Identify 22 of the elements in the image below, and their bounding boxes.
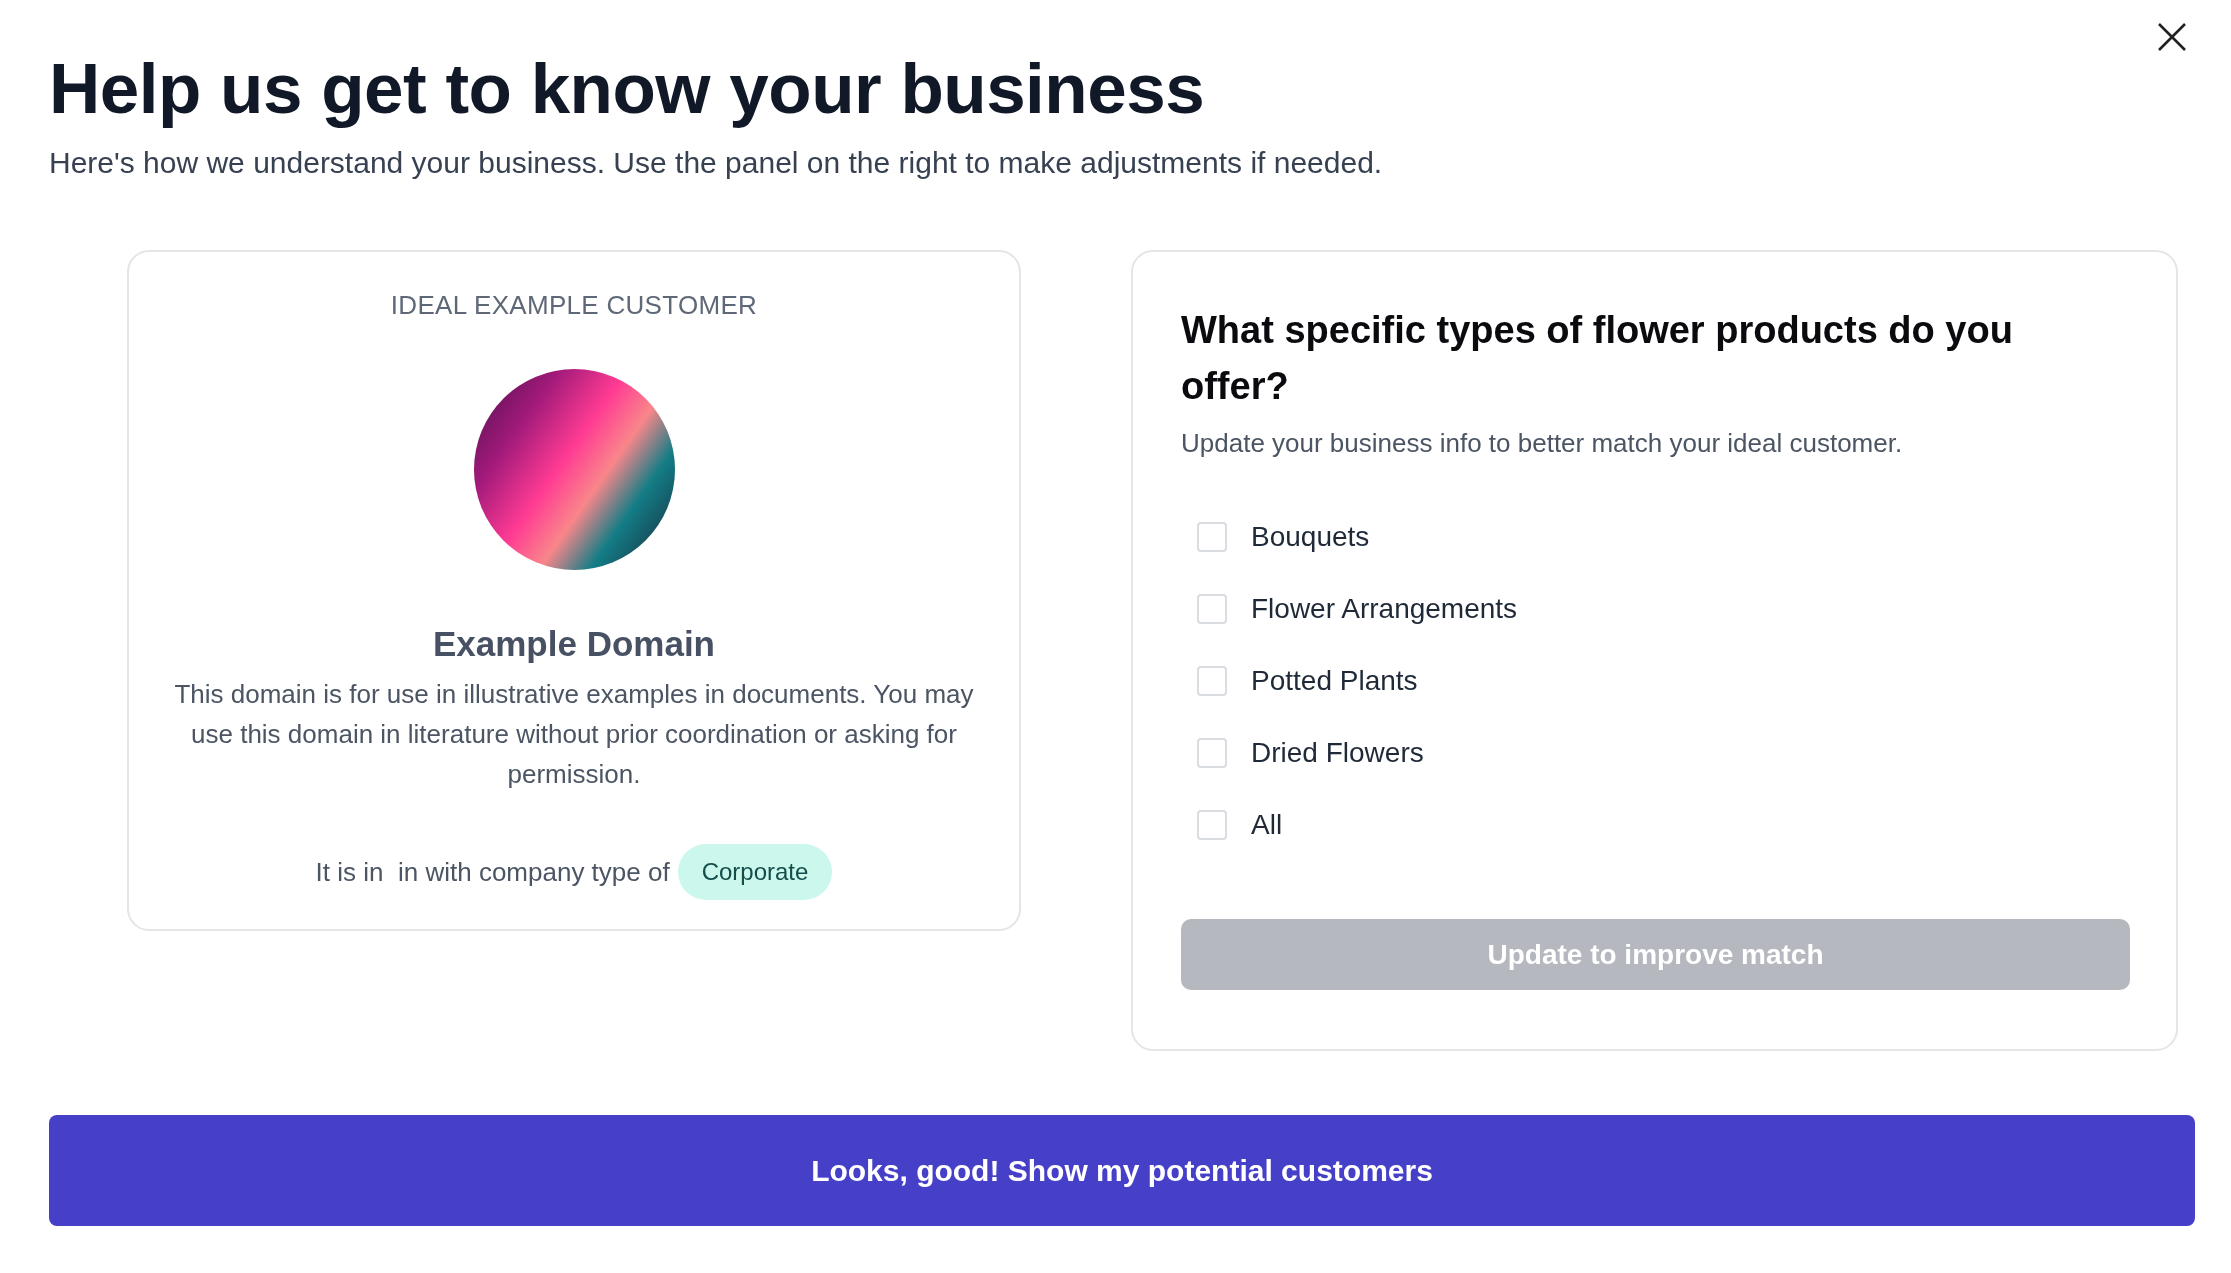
option-label: Dried Flowers xyxy=(1251,737,1424,769)
company-type-text: It is in in with company type of xyxy=(315,856,670,888)
checkbox[interactable] xyxy=(1197,666,1227,696)
option-label: All xyxy=(1251,809,1283,841)
question-hint: Update your business info to better match your ideal customer. xyxy=(1181,428,1904,459)
checkbox[interactable] xyxy=(1197,810,1227,840)
card-heading: IDEAL EXAMPLE CUSTOMER xyxy=(390,290,758,321)
option-label: Bouquets xyxy=(1251,521,1370,553)
checkbox[interactable] xyxy=(1197,738,1227,768)
close-button[interactable] xyxy=(2157,22,2187,52)
customer-description: This domain is for use in illustrative examples in documents. You may use this domain in literature without prior coordination or asking for permission. xyxy=(173,678,975,791)
close-icon xyxy=(2157,22,2187,52)
page-title: Help us get to know your business xyxy=(49,48,1206,130)
customer-name: Example Domain xyxy=(432,624,715,664)
page-subtitle: Here's how we understand your business. Use the panel on the right to make adjustments if needed. xyxy=(49,146,1384,180)
option-label: Flower Arrangements xyxy=(1251,593,1518,625)
checkbox[interactable] xyxy=(1197,522,1227,552)
company-type-tag: Corporate xyxy=(677,844,833,900)
checkbox[interactable] xyxy=(1197,594,1227,624)
confirm-button[interactable]: Looks, good! Show my potential customers xyxy=(49,1115,2195,1226)
question-text: What specific types of flower products do you offer? xyxy=(1181,308,2014,409)
option-label: Potted Plants xyxy=(1251,665,1418,697)
